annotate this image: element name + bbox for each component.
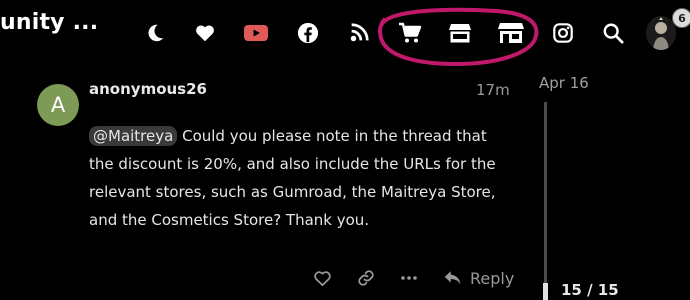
moon-icon[interactable] — [142, 20, 168, 46]
timeline-position: 15 / 15 — [561, 281, 619, 299]
podcast-icon[interactable] — [346, 20, 372, 46]
timeline-scrollbar[interactable] — [544, 102, 547, 300]
reply-label: Reply — [470, 268, 515, 288]
store-icon[interactable] — [447, 20, 473, 46]
user-mention[interactable]: @Maitreya — [89, 126, 178, 146]
instagram-icon[interactable] — [550, 20, 576, 46]
like-button[interactable] — [313, 266, 332, 290]
shop-icon[interactable] — [498, 20, 524, 46]
post-timestamp[interactable]: 17m — [476, 81, 510, 99]
heart-icon[interactable] — [192, 20, 218, 46]
post-body: @Maitreya Could you please note in the t… — [89, 122, 509, 234]
more-actions-button[interactable] — [401, 266, 417, 290]
post-author-avatar[interactable]: A — [37, 84, 79, 126]
timeline-handle[interactable] — [543, 283, 548, 300]
facebook-icon[interactable] — [295, 20, 321, 46]
link-icon — [358, 270, 374, 286]
site-header: unity ... 6 — [0, 0, 690, 67]
timeline-date[interactable]: Apr 16 — [539, 74, 589, 92]
post-username[interactable]: anonymous26 — [89, 80, 207, 98]
youtube-icon[interactable] — [243, 20, 269, 46]
copy-link-button[interactable] — [357, 266, 375, 290]
heart-outline-icon — [314, 271, 331, 286]
site-title[interactable]: unity ... — [0, 10, 98, 35]
cart-icon[interactable] — [397, 20, 423, 46]
reply-arrow-icon — [444, 271, 461, 285]
search-icon[interactable] — [600, 20, 626, 46]
reply-button[interactable]: Reply — [444, 266, 514, 290]
ellipsis-icon — [401, 276, 417, 280]
notification-badge[interactable]: 6 — [672, 8, 690, 28]
